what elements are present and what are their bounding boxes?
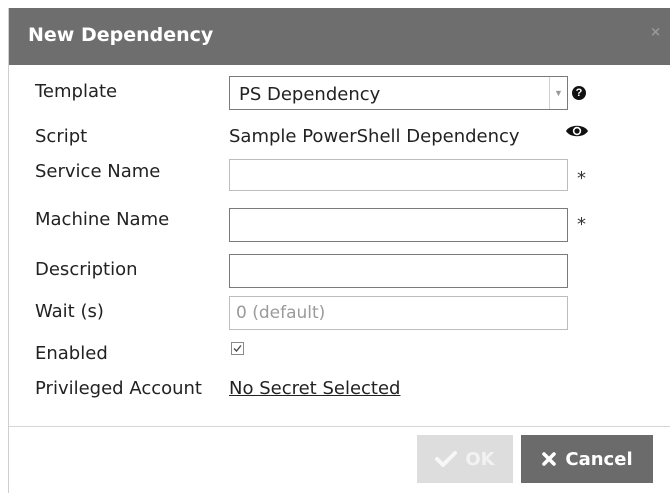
eye-icon[interactable] — [565, 123, 589, 144]
script-label: Script — [35, 126, 88, 147]
cancel-button-label: Cancel — [565, 448, 633, 470]
machine-name-required-marker: * — [577, 214, 586, 235]
wait-input[interactable] — [230, 297, 567, 329]
enabled-checkbox[interactable] — [231, 342, 244, 355]
machine-name-input[interactable] — [230, 209, 567, 241]
footer-divider — [9, 426, 670, 427]
close-icon[interactable]: × — [650, 25, 661, 40]
description-input[interactable] — [230, 255, 567, 287]
question-circle-icon[interactable]: ? — [572, 86, 586, 100]
service-name-label: Service Name — [35, 161, 161, 182]
description-field — [229, 254, 568, 288]
machine-name-field — [229, 208, 568, 242]
machine-name-label: Machine Name — [35, 209, 170, 230]
wait-label: Wait (s) — [35, 301, 104, 322]
check-icon — [435, 451, 458, 467]
cancel-button[interactable]: Cancel — [521, 435, 653, 483]
template-select[interactable]: PS Dependency ▼ — [229, 76, 568, 110]
privileged-account-label: Privileged Account — [35, 378, 202, 399]
service-name-input[interactable] — [230, 160, 567, 190]
template-label: Template — [35, 81, 118, 102]
dialog-titlebar[interactable]: New Dependency × — [9, 8, 670, 65]
enabled-label: Enabled — [35, 343, 108, 364]
service-name-required-marker: * — [577, 168, 586, 189]
wait-field — [229, 296, 568, 330]
template-select-value: PS Dependency — [239, 84, 381, 105]
dialog-title: New Dependency — [28, 24, 214, 46]
description-label: Description — [35, 259, 138, 280]
x-icon — [542, 452, 557, 466]
ok-button[interactable]: OK — [417, 435, 513, 483]
check-icon — [233, 345, 242, 352]
ok-button-label: OK — [465, 448, 495, 470]
script-value: Sample PowerShell Dependency — [229, 126, 520, 147]
chevron-down-icon[interactable]: ▼ — [549, 77, 567, 109]
service-name-field — [229, 159, 568, 191]
new-dependency-dialog: New Dependency × Template PS Dependency … — [8, 8, 670, 493]
privileged-account-link[interactable]: No Secret Selected — [229, 378, 400, 399]
